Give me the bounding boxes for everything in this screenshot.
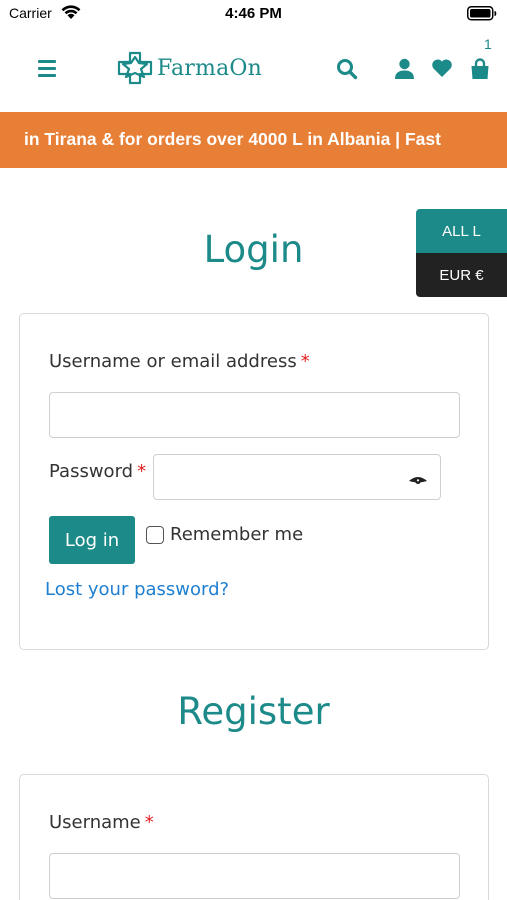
promo-banner: in Tirana & for orders over 4000 L in Al… <box>0 112 507 168</box>
register-username-label: Username * <box>49 812 154 833</box>
username-input[interactable] <box>49 392 460 438</box>
register-title: Register <box>177 690 330 733</box>
lost-password-link[interactable]: Lost your password? <box>45 579 229 600</box>
logo-text: FarmaOn <box>157 55 262 81</box>
clock: 4:46 PM <box>225 5 282 22</box>
status-bar: Carrier 4:46 PM <box>0 0 507 28</box>
search-icon[interactable] <box>336 58 358 84</box>
username-label: Username or email address * <box>49 351 310 372</box>
login-button[interactable]: Log in <box>49 516 135 564</box>
show-password-icon[interactable] <box>408 472 428 491</box>
cart-count-badge: 1 <box>484 36 492 52</box>
remember-me-checkbox[interactable] <box>146 525 164 544</box>
required-mark: * <box>144 812 154 833</box>
site-header: FarmaOn 1 <box>0 30 507 110</box>
cart-icon[interactable] <box>470 58 490 84</box>
register-username-input[interactable] <box>49 853 460 899</box>
remember-me[interactable]: Remember me <box>146 524 303 545</box>
logo-icon <box>117 51 153 85</box>
remember-me-label: Remember me <box>170 524 304 545</box>
heart-icon[interactable] <box>431 58 453 82</box>
login-title: Login <box>203 228 304 271</box>
password-input[interactable] <box>153 454 441 500</box>
user-icon[interactable] <box>394 58 415 84</box>
site-logo[interactable]: FarmaOn <box>117 50 262 86</box>
required-mark: * <box>300 351 310 372</box>
menu-icon[interactable] <box>38 60 58 78</box>
promo-banner-text: in Tirana & for orders over 4000 L in Al… <box>24 129 441 149</box>
login-form: Username or email address * Password * Log… <box>19 313 489 650</box>
register-form: Username * <box>19 774 489 900</box>
required-mark: * <box>137 461 147 482</box>
password-label: Password * <box>49 461 147 482</box>
battery-icon <box>467 6 497 25</box>
